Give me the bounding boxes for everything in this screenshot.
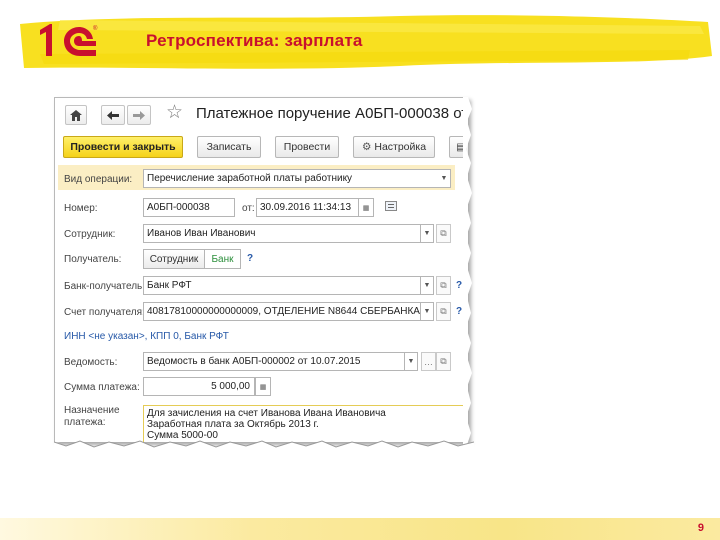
torn-edge-right — [463, 97, 472, 445]
statement-label: Ведомость: — [64, 357, 118, 368]
forward-button[interactable] — [127, 105, 151, 125]
footer-band — [0, 518, 720, 540]
back-button[interactable] — [101, 105, 125, 125]
open-icon[interactable]: ⧉ — [436, 352, 451, 371]
number-field[interactable]: А0БП-000038 — [143, 198, 235, 217]
purpose-label-line2: платежа: — [64, 417, 106, 428]
logo-1c: ® — [40, 24, 98, 56]
document-title: Платежное поручение А0БП-000038 от 30.09… — [196, 105, 468, 122]
purpose-textarea[interactable]: Для зачисления на счет Иванова Ивана Ива… — [143, 405, 468, 442]
toolbar: Провести и закрыть Записать Провести ⚙ Н… — [55, 136, 468, 160]
purpose-line: Для зачисления на счет Иванова Ивана Ива… — [147, 408, 386, 419]
arrow-left-icon — [107, 110, 119, 120]
torn-edge-bottom — [54, 440, 474, 450]
calendar-icon[interactable]: ▦ — [358, 198, 374, 217]
slide-title: Ретроспектива: зарплата — [146, 31, 363, 50]
statement-field[interactable]: Ведомость в банк А0БП-000002 от 10.07.20… — [143, 352, 405, 371]
purpose-label-line1: Назначение — [64, 405, 120, 416]
employee-field[interactable]: Иванов Иван Иванович — [143, 224, 421, 243]
comment-icon[interactable] — [385, 201, 397, 211]
open-icon[interactable]: ⧉ — [436, 224, 451, 243]
settings-button[interactable]: ⚙ Настройка — [353, 136, 435, 158]
post-and-close-button[interactable]: Провести и закрыть — [63, 136, 183, 158]
date-label: от: — [242, 203, 255, 214]
recipient-label: Получатель: — [64, 254, 122, 265]
purpose-line: Заработная плата за Октябрь 2013 г. — [147, 419, 319, 430]
window-titlebar: ☆ Платежное поручение А0БП-000038 от 30.… — [55, 98, 468, 132]
bank-field[interactable]: Банк РФТ — [143, 276, 421, 295]
chevron-down-icon[interactable]: ▼ — [405, 352, 418, 371]
account-label: Счет получателя: — [64, 307, 145, 318]
chevron-down-icon[interactable]: ▼ — [438, 169, 451, 188]
home-button[interactable] — [65, 105, 87, 125]
employee-label: Сотрудник: — [64, 229, 116, 240]
account-field[interactable]: 40817810000000000009, ОТДЕЛЕНИЕ N8644 СБ… — [143, 302, 421, 321]
chevron-down-icon[interactable]: ▼ — [421, 276, 434, 295]
svg-text:®: ® — [93, 25, 98, 32]
help-link[interactable]: ? — [247, 253, 253, 264]
operation-select[interactable]: Перечисление заработной платы работнику — [143, 169, 439, 188]
settings-label: Настройка — [374, 141, 427, 153]
amount-label: Сумма платежа: — [64, 382, 140, 393]
bank-label: Банк-получатель: — [64, 281, 146, 292]
amount-field[interactable]: 5 000,00 — [143, 377, 255, 396]
open-icon[interactable]: ⧉ — [436, 302, 451, 321]
recipient-option-bank[interactable]: Банк — [205, 249, 241, 269]
post-button[interactable]: Провести — [275, 136, 339, 158]
save-button[interactable]: Записать — [197, 136, 261, 158]
calculator-icon[interactable]: ▦ — [255, 377, 271, 396]
page-number: 9 — [697, 522, 704, 534]
home-icon — [70, 109, 82, 121]
inn-link[interactable]: ИНН <не указан>, КПП 0, Банк РФТ — [64, 331, 229, 342]
arrow-right-icon — [133, 110, 145, 120]
number-label: Номер: — [64, 203, 98, 214]
operation-label: Вид операции: — [64, 174, 133, 185]
recipient-option-employee[interactable]: Сотрудник — [143, 249, 205, 269]
select-more-icon[interactable]: … — [421, 352, 436, 371]
open-icon[interactable]: ⧉ — [436, 276, 451, 295]
chevron-down-icon[interactable]: ▼ — [421, 302, 434, 321]
document-window: ☆ Платежное поручение А0БП-000038 от 30.… — [54, 97, 468, 442]
star-icon[interactable]: ☆ — [166, 103, 183, 122]
help-link[interactable]: ? — [456, 280, 462, 291]
date-field[interactable]: 30.09.2016 11:34:13 — [256, 198, 359, 217]
help-link[interactable]: ? — [456, 306, 462, 317]
gear-icon: ⚙ — [361, 141, 372, 153]
chevron-down-icon[interactable]: ▼ — [421, 224, 434, 243]
